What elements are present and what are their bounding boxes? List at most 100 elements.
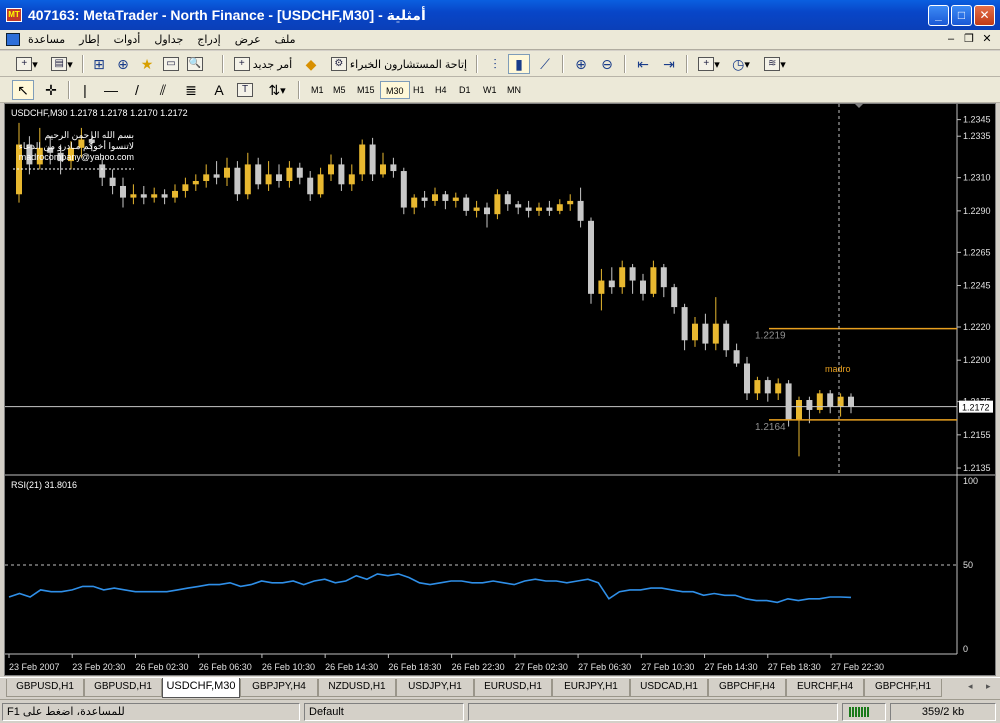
minimize-button[interactable]: _ (928, 5, 949, 26)
close-button[interactable]: ✕ (974, 5, 995, 26)
new-order-button[interactable]: + أمر جديد (230, 54, 296, 74)
autoscroll-button[interactable]: ⇤ (632, 54, 654, 74)
tab-prev-icon[interactable]: ◂ (968, 681, 973, 692)
indicators-button[interactable]: + ▾ (694, 54, 724, 74)
candle-body (556, 204, 563, 211)
symbol-tab-1[interactable]: GBPUSD,H1 (84, 679, 162, 697)
zoom-out-button[interactable]: ⊖ (596, 54, 618, 74)
annotation-brand-text: madro (825, 364, 851, 374)
horizontal-line-button[interactable]: — (100, 80, 122, 100)
candle-body (827, 393, 834, 407)
chart-background (5, 104, 995, 675)
symbol-tab-0[interactable]: GBPUSD,H1 (6, 679, 84, 697)
candle-body (484, 207, 490, 215)
timeframe-w1[interactable]: W1 (478, 81, 502, 99)
arrows-button[interactable]: ⇅ ▾ (262, 80, 292, 100)
trendline-button[interactable]: / (126, 80, 148, 100)
price-tick-label: 1.2335 (963, 131, 991, 141)
symbol-tab-3[interactable]: GBPJPY,H4 (240, 679, 318, 697)
market-watch-icon: ⊞ (93, 56, 105, 72)
menu-item-0[interactable]: ملف (275, 33, 296, 46)
candle-body (504, 194, 511, 205)
vertical-line-button[interactable]: | (74, 80, 96, 100)
text-button[interactable]: A (208, 80, 230, 100)
navigator-button[interactable]: ★ (136, 54, 158, 74)
timeframe-h4[interactable]: H4 (430, 81, 452, 99)
line-chart-icon: ⟋ (540, 56, 550, 72)
menu-item-5[interactable]: إطار (79, 33, 99, 46)
time-tick-label: 27 Feb 02:30 (515, 662, 568, 672)
mdi-minimize-icon[interactable]: – (943, 32, 959, 47)
candle-body (785, 383, 792, 420)
timeframe-m15[interactable]: M15 (352, 81, 380, 99)
channel-button[interactable]: ⫽ (152, 80, 174, 100)
autoscroll-icon: ⇤ (637, 56, 649, 72)
text-label-button[interactable]: T (234, 80, 256, 100)
candle-body (452, 197, 459, 201)
time-tick-label: 26 Feb 06:30 (199, 662, 252, 672)
menu-item-3[interactable]: جداول (154, 33, 183, 46)
symbol-tab-8[interactable]: USDCAD,H1 (630, 679, 708, 697)
menu-item-2[interactable]: إدراج (197, 33, 220, 46)
symbol-tab-2[interactable]: USDCHF,M30 (162, 678, 240, 698)
candle-body (400, 171, 407, 208)
symbol-tab-9[interactable]: GBPCHF,H4 (708, 679, 786, 697)
fibonacci-button[interactable]: ≣ (180, 80, 202, 100)
status-traffic: 359/2 kb (890, 703, 996, 721)
symbol-tab-10[interactable]: EURCHF,H4 (786, 679, 864, 697)
symbol-tab-4[interactable]: NZDUSD,H1 (318, 679, 396, 697)
timeframe-m1[interactable]: M1 (306, 81, 329, 99)
time-tick-label: 26 Feb 22:30 (452, 662, 505, 672)
zoom-in-button[interactable]: ⊕ (570, 54, 592, 74)
terminal-button[interactable]: ▭ (160, 54, 182, 74)
timeframe-mn[interactable]: MN (502, 81, 526, 99)
candle-body (286, 167, 293, 181)
candlestick-chart-button[interactable]: ▮ (508, 54, 530, 74)
bar-chart-button[interactable]: ⫶ (484, 54, 506, 74)
crosshair-button[interactable]: ✛ (40, 80, 62, 100)
expert-advisors-label: إتاحة المستشارون الخبراء (349, 58, 468, 71)
menu-item-1[interactable]: عرض (235, 33, 261, 46)
symbol-tab-6[interactable]: EURUSD,H1 (474, 679, 552, 697)
timeframe-m30[interactable]: M30 (380, 81, 410, 99)
candle-body (629, 267, 636, 281)
chart-shift-button[interactable]: ⇥ (658, 54, 680, 74)
symbol-tab-5[interactable]: USDJPY,H1 (396, 679, 474, 697)
mdi-restore-icon[interactable]: ❐ (961, 32, 977, 47)
data-window-button[interactable]: ⊕ (112, 54, 134, 74)
market-watch-button[interactable]: ⊞ (88, 54, 110, 74)
timeframe-m5[interactable]: M5 (328, 81, 351, 99)
strategy-tester-button[interactable]: 🔍 (184, 54, 206, 74)
templates-button[interactable]: ≋ ▾ (760, 54, 790, 74)
cursor-button[interactable]: ↖ (12, 80, 34, 100)
expert-advisors-button[interactable]: ⚙ إتاحة المستشارون الخبراء (326, 54, 472, 74)
annotation-lower-text: 1.2164 (755, 422, 786, 433)
profiles-button[interactable]: ▤ ▾ (46, 54, 78, 74)
new-chart-button[interactable]: + ▾ (10, 54, 44, 74)
crosshair-target-icon: ⊕ (117, 56, 129, 72)
menu-item-4[interactable]: أدوات (114, 33, 141, 46)
price-tick-label: 1.2155 (963, 430, 991, 440)
line-chart-button[interactable]: ⟋ (534, 54, 556, 74)
chart-window-icon[interactable] (6, 33, 20, 46)
menu-items: ملف عرض إدراج جداول أدوات إطار مساعدة (28, 33, 296, 46)
chart-area[interactable]: 1.2345 1.2335 1.2310 1.2290 1.2265 1.2245 1.22… (4, 103, 996, 676)
title-bar[interactable]: MT 407163: MetaTrader - North Finance - … (0, 0, 1000, 30)
symbol-tab-11[interactable]: GBPCHF,H1 (864, 679, 942, 697)
candle-body (598, 280, 605, 294)
symbol-tab-7[interactable]: EURJPY,H1 (552, 679, 630, 697)
maximize-button[interactable]: □ (951, 5, 972, 26)
vertical-line-icon: | (83, 82, 87, 98)
window-title: 407163: MetaTrader - North Finance - [US… (28, 7, 426, 23)
metaeditor-button[interactable]: ◆ (300, 54, 322, 74)
timeframe-h1[interactable]: H1 (408, 81, 430, 99)
timeframe-d1[interactable]: D1 (454, 81, 476, 99)
candle-body (421, 197, 428, 201)
tab-next-icon[interactable]: ▸ (986, 681, 991, 692)
chart-canvas[interactable]: 1.2345 1.2335 1.2310 1.2290 1.2265 1.2245 1.22… (5, 104, 995, 675)
candle-body (848, 396, 854, 407)
mdi-close-icon[interactable]: ✕ (979, 32, 995, 47)
menu-item-6[interactable]: مساعدة (28, 33, 65, 46)
candle-body (151, 194, 158, 198)
periods-button[interactable]: ◷ ▾ (726, 54, 756, 74)
